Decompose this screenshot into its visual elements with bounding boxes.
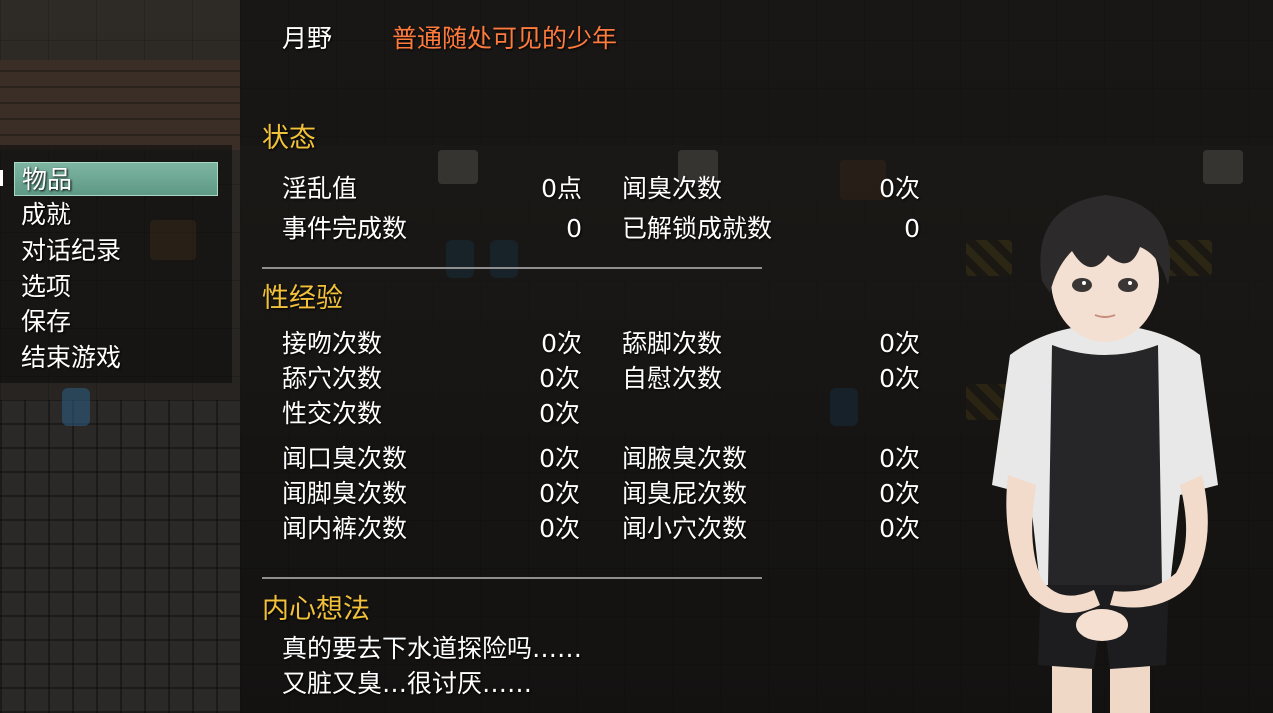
stat-value: 0次 [879,364,920,393]
stat-label: 闻小穴次数 [622,514,748,543]
stat-label: 闻口臭次数 [282,444,408,473]
stat-label: 闻腋臭次数 [622,444,748,473]
section-divider [262,267,762,269]
stat-value: 0 [904,214,920,243]
stat-value: 0次 [539,479,580,508]
stat-value: 0次 [879,479,920,508]
stat-value: 0次 [879,444,920,473]
stat-label: 性交次数 [282,399,383,428]
stat-label: 舔脚次数 [622,329,723,358]
thought-line: 又脏又臭…很讨厌…… [282,669,533,698]
stat-label: 淫乱值 [282,174,358,203]
stat-label: 事件完成数 [282,214,408,243]
stat-label: 闻脚臭次数 [282,479,408,508]
brick-wall [0,60,240,150]
character-name: 月野 [282,24,333,53]
menu-cursor-icon [0,170,3,186]
stat-value: 0次 [879,329,920,358]
stat-value: 0次 [879,514,920,543]
stat-label: 自慰次数 [622,364,723,393]
stat-value: 0次 [879,174,920,203]
stat-label: 闻臭次数 [622,174,723,203]
menu-item-items[interactable]: 物品 [14,162,218,196]
section-heading-thoughts: 内心想法 [262,594,370,625]
stat-label: 闻臭屁次数 [622,479,748,508]
character-portrait [992,195,1218,713]
stat-value: 0次 [539,444,580,473]
blue-barrel [62,388,90,426]
stat-label: 舔穴次数 [282,364,383,393]
stat-value: 0次 [539,514,580,543]
stone-floor [0,400,240,713]
menu-item-save[interactable]: 保存 [14,305,225,339]
stat-value: 0 [566,214,582,243]
menu-item-achievements[interactable]: 成就 [14,198,225,232]
thought-line: 真的要去下水道探险吗…… [282,634,583,663]
stat-value: 0次 [539,399,580,428]
menu-item-options[interactable]: 选项 [14,270,225,304]
section-divider [262,577,762,579]
stat-value: 0点 [541,174,582,203]
menu-item-quit-game[interactable]: 结束游戏 [14,341,225,375]
section-heading-status: 状态 [262,123,316,154]
stat-value: 0次 [541,329,582,358]
stat-label: 接吻次数 [282,329,383,358]
menu-item-dialogue-log[interactable]: 对话纪录 [14,234,225,268]
section-heading-experience: 性经验 [262,283,343,314]
stat-label: 闻内裤次数 [282,514,408,543]
character-title: 普通随处可见的少年 [392,24,618,53]
stat-value: 0次 [539,364,580,393]
stat-label: 已解锁成就数 [622,214,773,243]
